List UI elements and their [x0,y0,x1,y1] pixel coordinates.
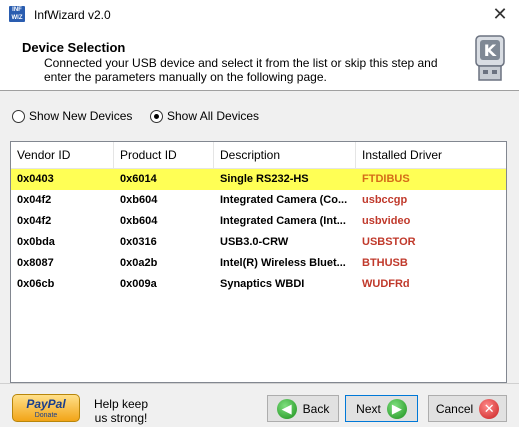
wizard-footer: PayPal Donate Help keep us strong! ◀ Bac… [0,383,519,427]
table-row[interactable]: 0x0403 0x6014 Single RS232-HS FTDIBUS [11,169,506,190]
show-all-devices-label: Show All Devices [167,109,260,123]
cell-vendor: 0x0bda [17,236,55,248]
cell-product: 0x6014 [120,173,157,185]
back-button-label: Back [302,401,330,416]
next-arrow-icon: ▶ [386,398,407,419]
table-row[interactable]: 0x04f2 0xb604 Integrated Camera (Int... usb… [11,211,506,232]
column-header-product-id[interactable]: Product ID [114,142,214,169]
show-new-devices-radio[interactable] [12,109,25,123]
table-row[interactable]: 0x0bda 0x0316 USB3.0-CRW USBSTOR [11,232,506,253]
cell-description: USB3.0-CRW [220,236,289,248]
cancel-button-label: Cancel [435,401,474,416]
cell-description: Single RS232-HS [220,173,309,185]
help-text: Help keep us strong! [93,397,149,425]
usb-drive-icon: K [475,35,505,81]
show-new-devices-label: Show New Devices [29,109,133,123]
app-icon: INF WIZ [9,6,25,22]
cell-description: Integrated Camera (Int... [220,215,346,227]
cell-product: 0x0316 [120,236,157,248]
page-header: Device Selection Connected your USB devi… [0,31,519,91]
cell-vendor: 0x0403 [17,173,54,185]
next-button-label: Next [356,401,381,416]
column-header-vendor-id[interactable]: Vendor ID [11,142,114,169]
page-description: Connected your USB device and select it … [44,56,438,84]
cell-product: 0xb604 [120,194,158,206]
cell-vendor: 0x06cb [17,278,55,290]
close-window-button[interactable]: ✕ [490,5,510,25]
paypal-donate-button[interactable]: PayPal Donate [12,394,80,422]
app-icon-text-bottom: WIZ [11,15,23,21]
column-header-description[interactable]: Description [214,142,356,169]
device-list[interactable]: Vendor ID Product ID Description Install… [10,141,507,383]
show-new-devices-option[interactable]: Show New Devices [12,109,132,123]
cell-description: Synaptics WBDI [220,278,305,290]
column-header-installed-driver[interactable]: Installed Driver [356,142,506,169]
cell-driver: BTHUSB [362,257,408,269]
title-bar: INF WIZ InfWizard v2.0 ✕ [0,0,519,31]
cell-product: 0x0a2b [120,257,158,269]
svg-text:K: K [484,41,497,60]
window-title: InfWizard v2.0 [34,8,111,22]
device-list-rows: 0x0403 0x6014 Single RS232-HS FTDIBUS 0x04f2… [11,169,506,295]
cell-driver: WUDFRd [362,278,410,290]
cell-driver: USBSTOR [362,236,416,248]
table-row[interactable]: 0x8087 0x0a2b Intel(R) Wireless Bluet... BT… [11,253,506,274]
cell-driver: usbvideo [362,215,411,227]
paypal-label: PayPal [26,397,66,411]
cell-vendor: 0x04f2 [17,215,52,227]
next-button[interactable]: Next ▶ [345,395,418,422]
cell-product: 0xb604 [120,215,158,227]
cell-description: Intel(R) Wireless Bluet... [220,257,346,269]
back-arrow-icon: ◀ [276,398,297,419]
cell-driver: FTDIBUS [362,173,410,185]
cell-product: 0x009a [120,278,157,290]
table-row[interactable]: 0x06cb 0x009a Synaptics WBDI WUDFRd [11,274,506,295]
table-row[interactable]: 0x04f2 0xb604 Integrated Camera (Co... usbc… [11,190,506,211]
show-all-devices-option[interactable]: Show All Devices [150,109,259,123]
device-list-header: Vendor ID Product ID Description Install… [11,142,506,169]
page-title: Device Selection [22,40,126,55]
app-icon-text-top: INF [12,7,22,13]
cancel-button[interactable]: Cancel ✕ [428,395,507,422]
cancel-x-icon: ✕ [479,398,500,419]
cell-vendor: 0x04f2 [17,194,52,206]
cell-vendor: 0x8087 [17,257,54,269]
cell-description: Integrated Camera (Co... [220,194,348,206]
paypal-donate-label: Donate [34,412,58,419]
cell-driver: usbccgp [362,194,408,206]
device-selection-panel: Show New Devices Show All Devices Vendor… [0,91,519,383]
back-button[interactable]: ◀ Back [267,395,339,422]
show-all-devices-radio[interactable] [150,109,163,123]
